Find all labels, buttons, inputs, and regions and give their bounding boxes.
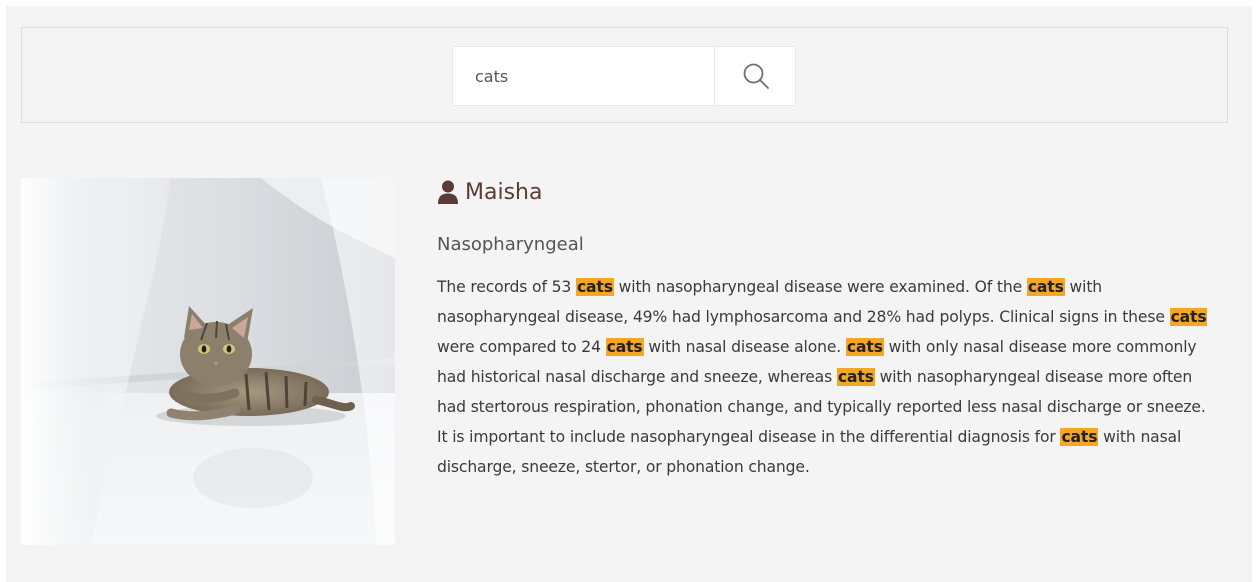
search-button[interactable]	[714, 47, 797, 105]
body-text: with nasopharyngeal disease were examine…	[613, 278, 1027, 296]
cat-photo[interactable]	[21, 178, 395, 545]
author-name[interactable]: Maisha	[465, 180, 542, 205]
highlighted-term: cats	[605, 338, 644, 356]
post-body: The records of 53 cats with nasopharynge…	[437, 272, 1217, 482]
search-box	[452, 46, 796, 106]
post-title[interactable]: Nasopharyngeal	[437, 233, 1237, 257]
body-text: with nasal disease alone.	[643, 338, 846, 356]
highlighted-term: cats	[1060, 428, 1099, 446]
highlighted-term: cats	[836, 368, 875, 386]
highlighted-term: cats	[845, 338, 884, 356]
search-panel	[21, 27, 1228, 123]
result-content: Maisha Nasopharyngeal The records of 53 …	[437, 178, 1237, 482]
body-text: were compared to 24	[437, 338, 606, 356]
page: Maisha Nasopharyngeal The records of 53 …	[6, 6, 1252, 582]
highlighted-term: cats	[575, 278, 614, 296]
highlighted-term: cats	[1026, 278, 1065, 296]
author-line: Maisha	[437, 178, 1237, 206]
search-input[interactable]	[453, 47, 715, 105]
search-icon	[743, 63, 769, 89]
user-icon	[437, 180, 459, 204]
body-text: The records of 53	[437, 278, 576, 296]
highlighted-term: cats	[1169, 308, 1208, 326]
cat-photo-image	[21, 178, 395, 545]
